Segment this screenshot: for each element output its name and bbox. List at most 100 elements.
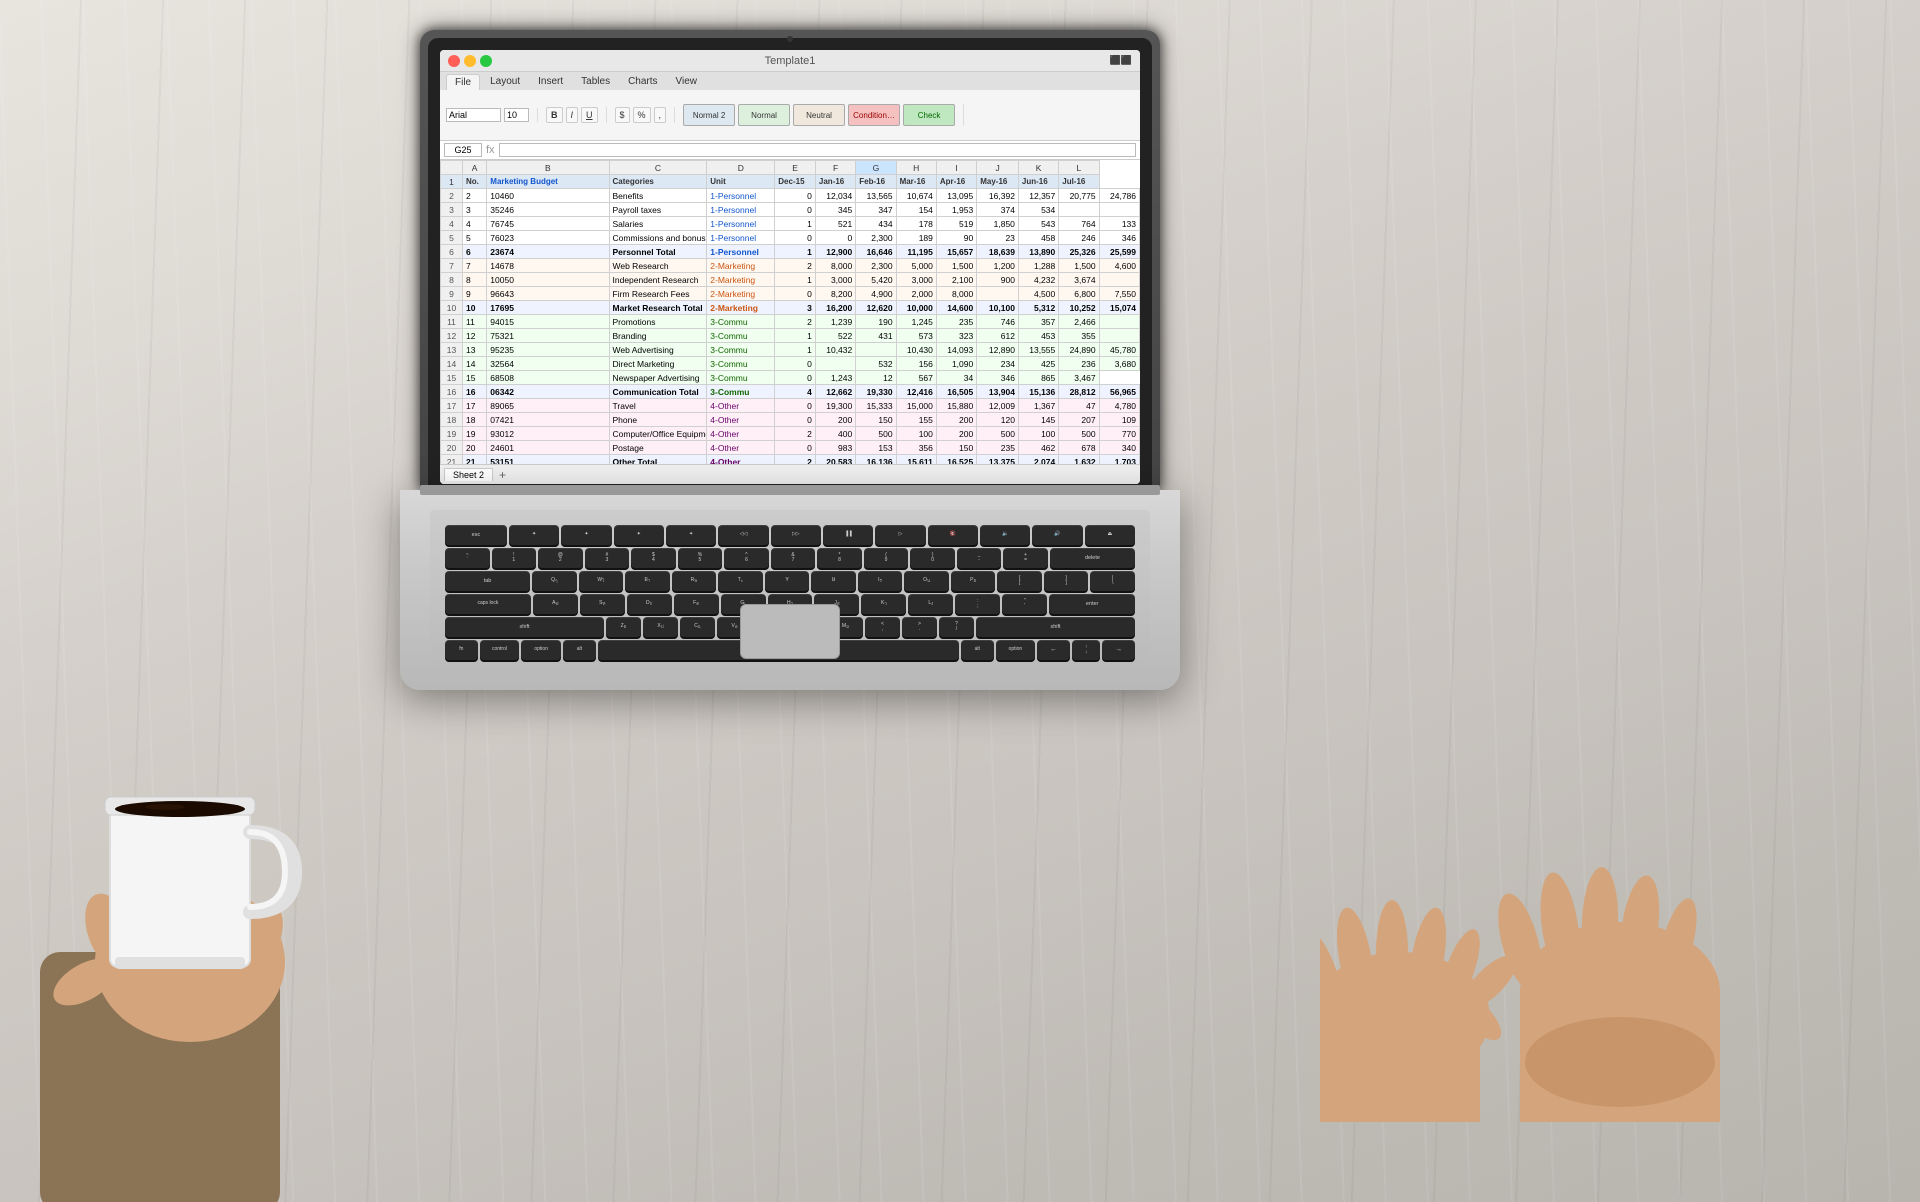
key-k[interactable]: Kว: [861, 594, 906, 614]
cell[interactable]: 12: [462, 329, 486, 343]
cell[interactable]: 2: [775, 427, 816, 441]
cell[interactable]: 4,232: [1018, 273, 1058, 287]
cell[interactable]: 235: [936, 315, 976, 329]
cell[interactable]: 2,100: [936, 273, 976, 287]
cell[interactable]: 25,326: [1059, 245, 1099, 259]
cell[interactable]: [815, 357, 855, 371]
col-F[interactable]: F: [815, 161, 855, 175]
cell[interactable]: 12,900: [815, 245, 855, 259]
cell[interactable]: 4-Other: [707, 441, 775, 455]
cell[interactable]: 133: [1099, 217, 1139, 231]
cell[interactable]: 340: [1099, 441, 1139, 455]
style-normal2[interactable]: Normal 2: [683, 104, 735, 126]
cell[interactable]: 5: [462, 231, 486, 245]
cell[interactable]: 3-Commu: [707, 329, 775, 343]
cell[interactable]: Payroll taxes: [609, 203, 707, 217]
key-f3[interactable]: ✦: [614, 525, 664, 545]
key-f11[interactable]: 🔊: [1032, 525, 1082, 545]
cell[interactable]: 8: [462, 273, 486, 287]
key-f6[interactable]: ▷▷: [771, 525, 821, 545]
cell[interactable]: 770: [1099, 427, 1139, 441]
cell[interactable]: 0: [775, 413, 816, 427]
col-B[interactable]: B: [487, 161, 609, 175]
cell[interactable]: 18,639: [977, 245, 1019, 259]
cell[interactable]: 2,000: [896, 287, 936, 301]
cell[interactable]: 15,880: [936, 399, 976, 413]
key-s[interactable]: Sห: [580, 594, 625, 614]
cell[interactable]: 500: [856, 427, 896, 441]
cell[interactable]: 534: [1018, 203, 1058, 217]
cell[interactable]: 0: [775, 371, 816, 385]
cell[interactable]: 90: [936, 231, 976, 245]
key-q[interactable]: Qๆ: [532, 571, 577, 591]
cell[interactable]: 355: [1059, 329, 1099, 343]
cell[interactable]: 2: [775, 259, 816, 273]
key-0[interactable]: )0: [910, 548, 955, 568]
col-C[interactable]: C: [609, 161, 707, 175]
cell[interactable]: 10,000: [896, 301, 936, 315]
cell[interactable]: 15,657: [936, 245, 976, 259]
cell[interactable]: 76023: [487, 231, 609, 245]
cell[interactable]: 678: [1059, 441, 1099, 455]
cell[interactable]: 10,432: [815, 343, 855, 357]
cell[interactable]: Web Advertising: [609, 343, 707, 357]
cell[interactable]: 2: [775, 315, 816, 329]
key-slash[interactable]: ?/: [939, 617, 974, 637]
key-shift-right[interactable]: shift: [976, 617, 1135, 637]
col-L[interactable]: L: [1059, 161, 1099, 175]
cell[interactable]: 1,500: [936, 259, 976, 273]
key-l[interactable]: Lง: [908, 594, 953, 614]
cell[interactable]: 0: [775, 399, 816, 413]
cell[interactable]: 2: [462, 189, 486, 203]
percent-button[interactable]: %: [633, 107, 651, 123]
key-3[interactable]: #3: [585, 548, 630, 568]
cell[interactable]: 3,000: [896, 273, 936, 287]
key-period[interactable]: >.: [902, 617, 937, 637]
cell[interactable]: 1,239: [815, 315, 855, 329]
cell[interactable]: 2,466: [1059, 315, 1099, 329]
cell[interactable]: 522: [815, 329, 855, 343]
add-sheet-button[interactable]: +: [495, 468, 510, 482]
cell[interactable]: 18: [462, 413, 486, 427]
cell[interactable]: 519: [936, 217, 976, 231]
key-lbracket[interactable]: {[: [997, 571, 1042, 591]
cell[interactable]: 5,000: [896, 259, 936, 273]
cell[interactable]: 19: [462, 427, 486, 441]
cell[interactable]: 3,674: [1059, 273, 1099, 287]
cell[interactable]: 983: [815, 441, 855, 455]
cell[interactable]: 10460: [487, 189, 609, 203]
cell[interactable]: 13,095: [936, 189, 976, 203]
cell[interactable]: 1: [775, 217, 816, 231]
minimize-button[interactable]: [464, 55, 476, 67]
cell[interactable]: 14: [462, 357, 486, 371]
cell[interactable]: 3: [462, 203, 486, 217]
cell[interactable]: 434: [856, 217, 896, 231]
cell[interactable]: Branding: [609, 329, 707, 343]
cell[interactable]: 07421: [487, 413, 609, 427]
currency-button[interactable]: $: [615, 107, 630, 123]
cell[interactable]: 200: [815, 413, 855, 427]
spreadsheet-grid[interactable]: A B C D E F G H I J: [440, 160, 1140, 464]
cell[interactable]: 12: [856, 371, 896, 385]
key-a[interactable]: Aฟ: [533, 594, 578, 614]
key-u[interactable]: Uี: [811, 571, 856, 591]
cell[interactable]: 178: [896, 217, 936, 231]
cell[interactable]: 4,500: [1018, 287, 1058, 301]
cell[interactable]: 17: [462, 399, 486, 413]
cell[interactable]: 4,780: [1099, 399, 1139, 413]
cell[interactable]: 24,786: [1099, 189, 1139, 203]
cell[interactable]: 93012: [487, 427, 609, 441]
cell[interactable]: 1-Personnel: [707, 245, 775, 259]
cell[interactable]: 8,000: [936, 287, 976, 301]
cell[interactable]: 235: [977, 441, 1019, 455]
key-equals[interactable]: +=: [1003, 548, 1048, 568]
cell[interactable]: 2,300: [856, 259, 896, 273]
key-f8[interactable]: ▷: [875, 525, 925, 545]
key-f12[interactable]: ⏏: [1085, 525, 1135, 545]
cell[interactable]: 15,611: [896, 455, 936, 465]
cell[interactable]: 573: [896, 329, 936, 343]
cell[interactable]: 346: [1099, 231, 1139, 245]
cell[interactable]: 500: [1059, 427, 1099, 441]
cell[interactable]: Computer/Office Equipment: [609, 427, 707, 441]
cell[interactable]: 234: [977, 357, 1019, 371]
